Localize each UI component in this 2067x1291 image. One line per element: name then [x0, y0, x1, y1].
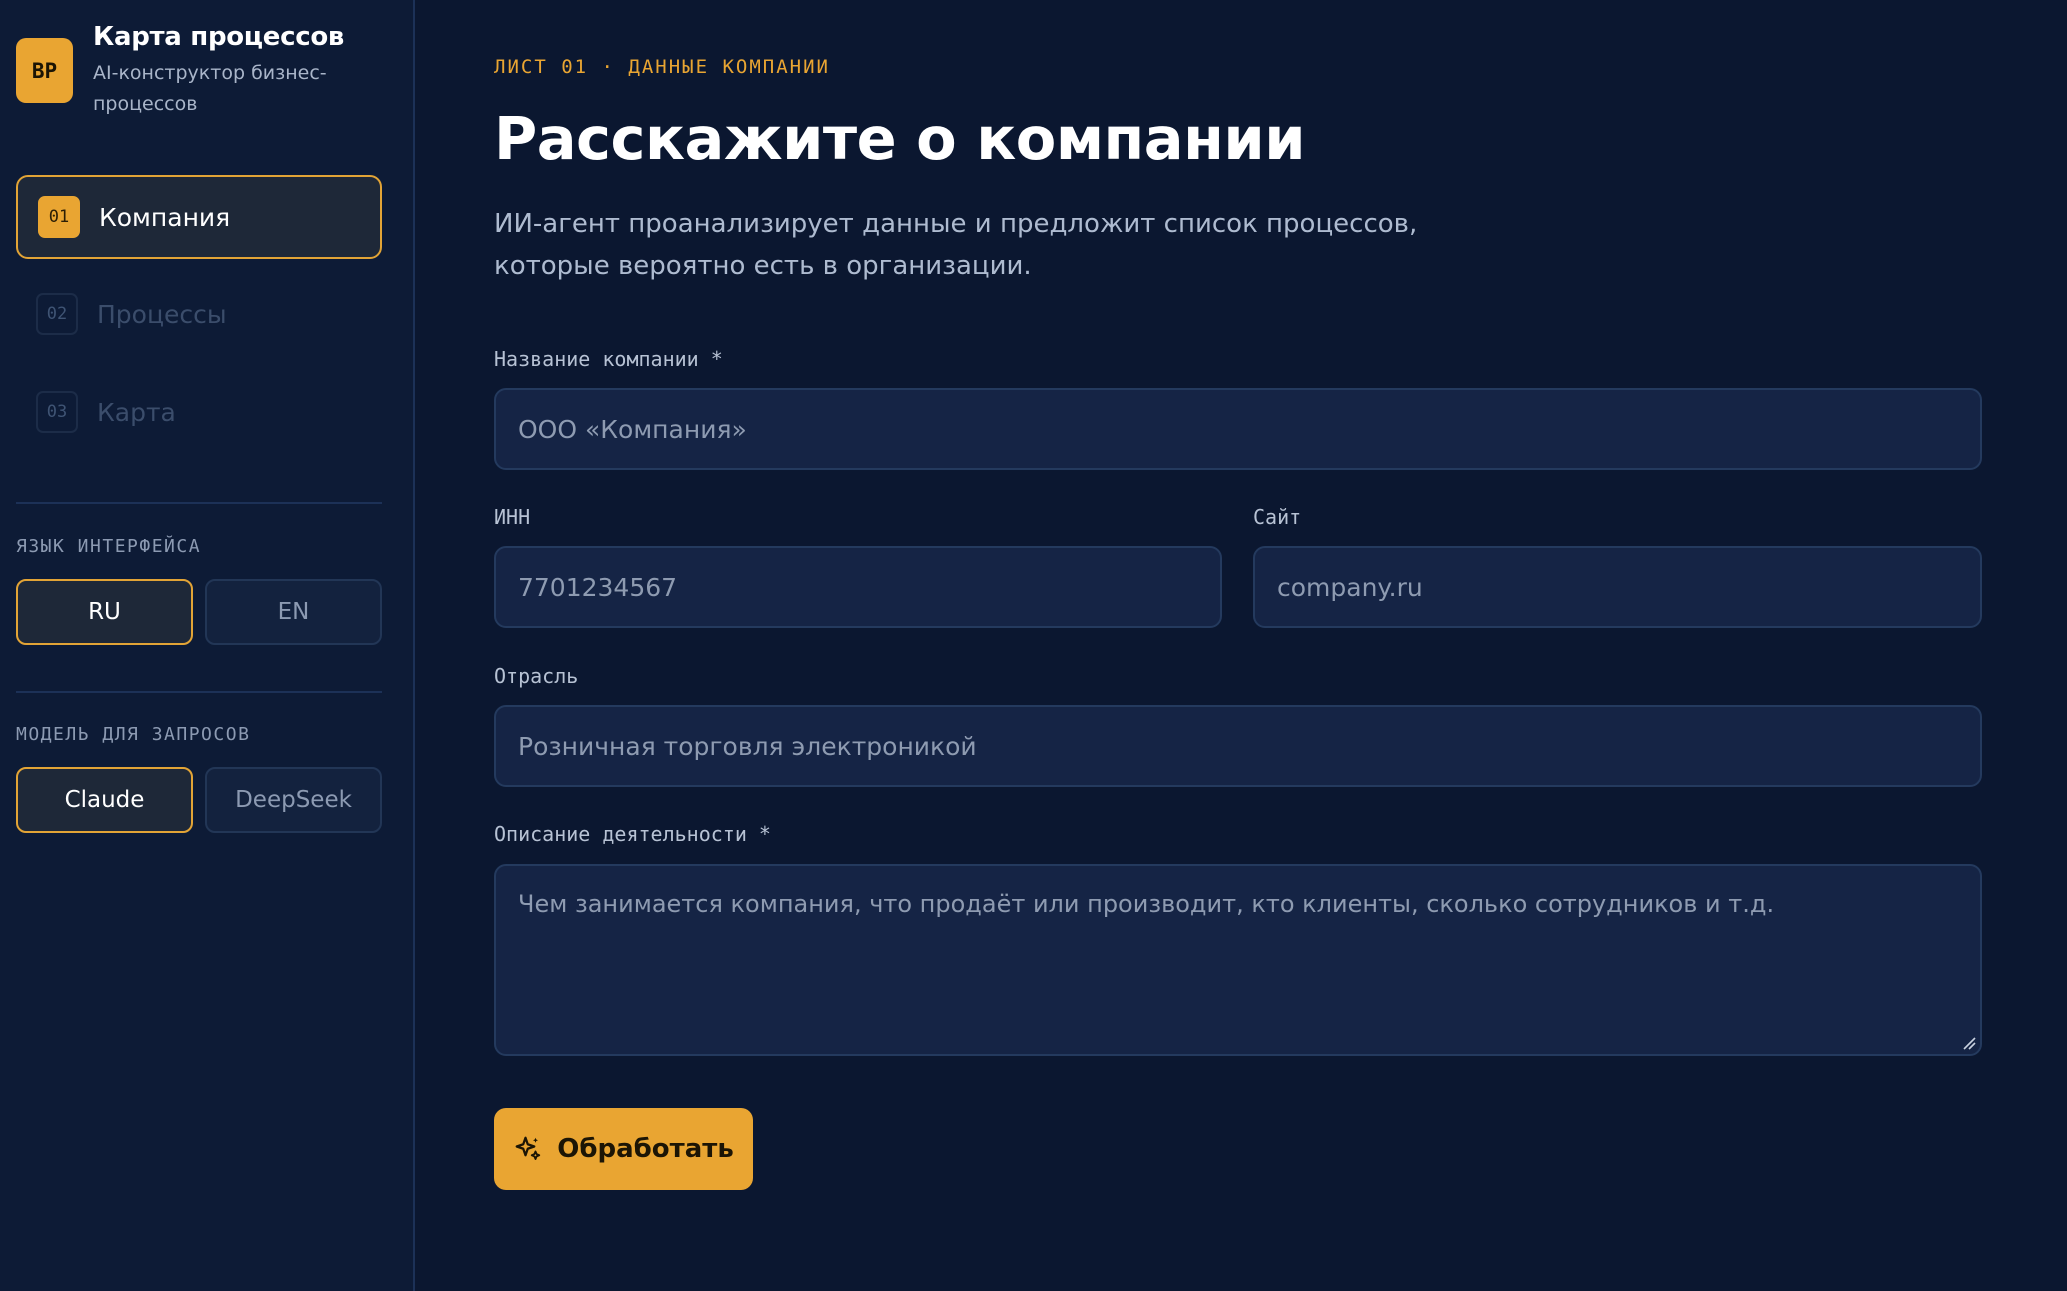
resize-handle-icon[interactable] [1960, 1034, 1976, 1050]
brand: BP Карта процессов AI-конструктор бизнес… [16, 22, 344, 120]
industry-input[interactable]: Розничная торговля электроникой [494, 705, 1982, 787]
nav-item-map[interactable]: 03 Карта [16, 370, 382, 454]
app-root: BP Карта процессов AI-конструктор бизнес… [0, 0, 2067, 1291]
inn-placeholder: 7701234567 [518, 572, 678, 602]
sheet-kicker: ЛИСТ 01 · ДАННЫЕ КОМПАНИИ [494, 56, 830, 78]
inn-input[interactable]: 7701234567 [494, 546, 1222, 628]
process-button[interactable]: Обработать [494, 1108, 753, 1190]
page-description: ИИ-агент проанализирует данные и предлож… [494, 209, 1418, 281]
nav-step-number: 02 [36, 293, 78, 335]
model-section-label: МОДЕЛЬ ДЛЯ ЗАПРОСОВ [16, 724, 251, 745]
nav-step-number: 01 [38, 196, 80, 238]
sidebar: BP Карта процессов AI-конструктор бизнес… [0, 0, 415, 1291]
nav-item-company[interactable]: 01 Компания [16, 175, 382, 259]
model-deepseek-button[interactable]: DeepSeek [205, 767, 382, 833]
brand-subtitle: AI-конструктор бизнес-процессов [93, 62, 327, 115]
description-label: Описание деятельности * [494, 822, 771, 846]
description-textarea[interactable]: Чем занимается компания, что продаёт или… [494, 864, 1982, 1056]
site-placeholder: company.ru [1277, 572, 1423, 602]
brand-text: Карта процессов AI-конструктор бизнес-пр… [93, 22, 344, 120]
company-name-label: Название компании * [494, 347, 723, 371]
site-label: Сайт [1253, 505, 1302, 529]
industry-placeholder: Розничная торговля электроникой [518, 731, 977, 761]
nav-item-label: Компания [99, 202, 231, 232]
sidebar-divider [16, 502, 382, 504]
process-button-label: Обработать [557, 1134, 734, 1164]
brand-logo: BP [16, 38, 73, 103]
nav-item-processes[interactable]: 02 Процессы [16, 272, 382, 356]
page-title: Расскажите о компании [494, 104, 1306, 173]
nav-item-label: Процессы [97, 299, 227, 329]
nav-step-number: 03 [36, 391, 78, 433]
language-section-label: ЯЗЫК ИНТЕРФЕЙСА [16, 536, 202, 557]
sparkle-icon [515, 1136, 541, 1160]
nav-item-label: Карта [97, 397, 176, 427]
sidebar-divider [16, 691, 382, 693]
industry-label: Отрасль [494, 664, 579, 688]
inn-label: ИНН [494, 505, 531, 529]
brand-title: Карта процессов [93, 22, 345, 52]
model-claude-button[interactable]: Claude [16, 767, 193, 833]
company-name-input[interactable]: ООО «Компания» [494, 388, 1982, 470]
language-ru-button[interactable]: RU [16, 579, 193, 645]
language-en-button[interactable]: EN [205, 579, 382, 645]
description-placeholder: Чем занимается компания, что продаёт или… [518, 890, 1775, 918]
company-name-placeholder: ООО «Компания» [518, 414, 747, 444]
site-input[interactable]: company.ru [1253, 546, 1982, 628]
